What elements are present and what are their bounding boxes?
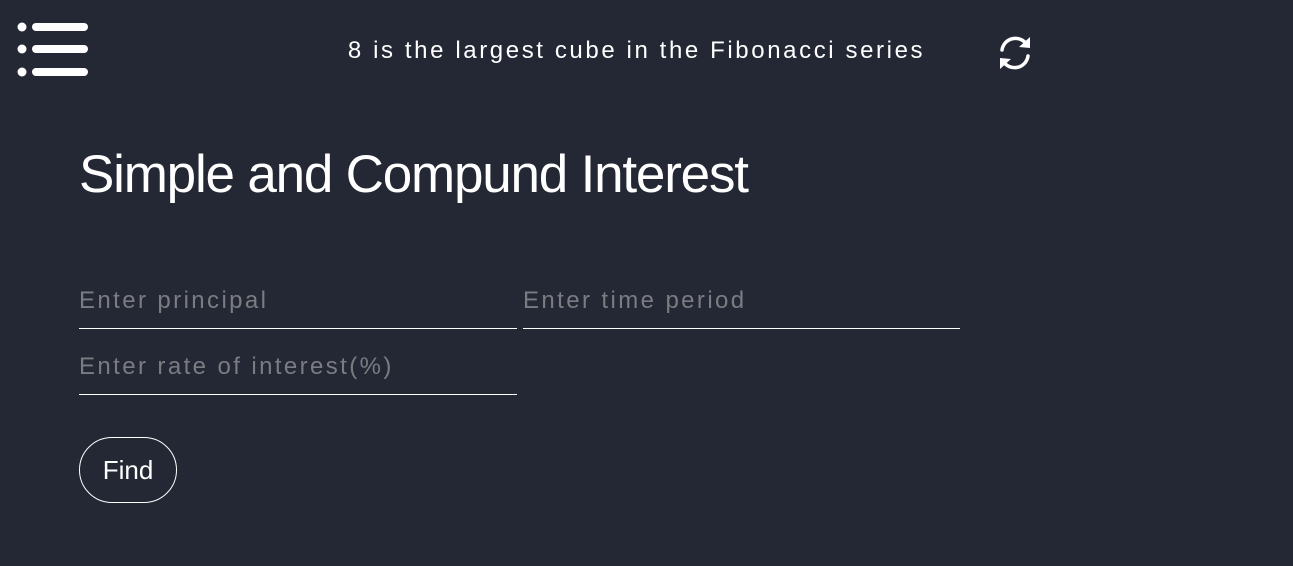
page-title: Simple and Compund Interest (79, 145, 749, 204)
refresh-icon[interactable] (995, 33, 1035, 73)
time-period-input[interactable] (523, 279, 960, 329)
principal-input[interactable] (79, 279, 517, 329)
app-page: 8 is the largest cube in the Fibonacci s… (0, 0, 1293, 566)
interest-rate-input[interactable] (79, 345, 517, 395)
random-fact-text: 8 is the largest cube in the Fibonacci s… (347, 37, 926, 64)
find-button[interactable]: Find (79, 437, 177, 503)
